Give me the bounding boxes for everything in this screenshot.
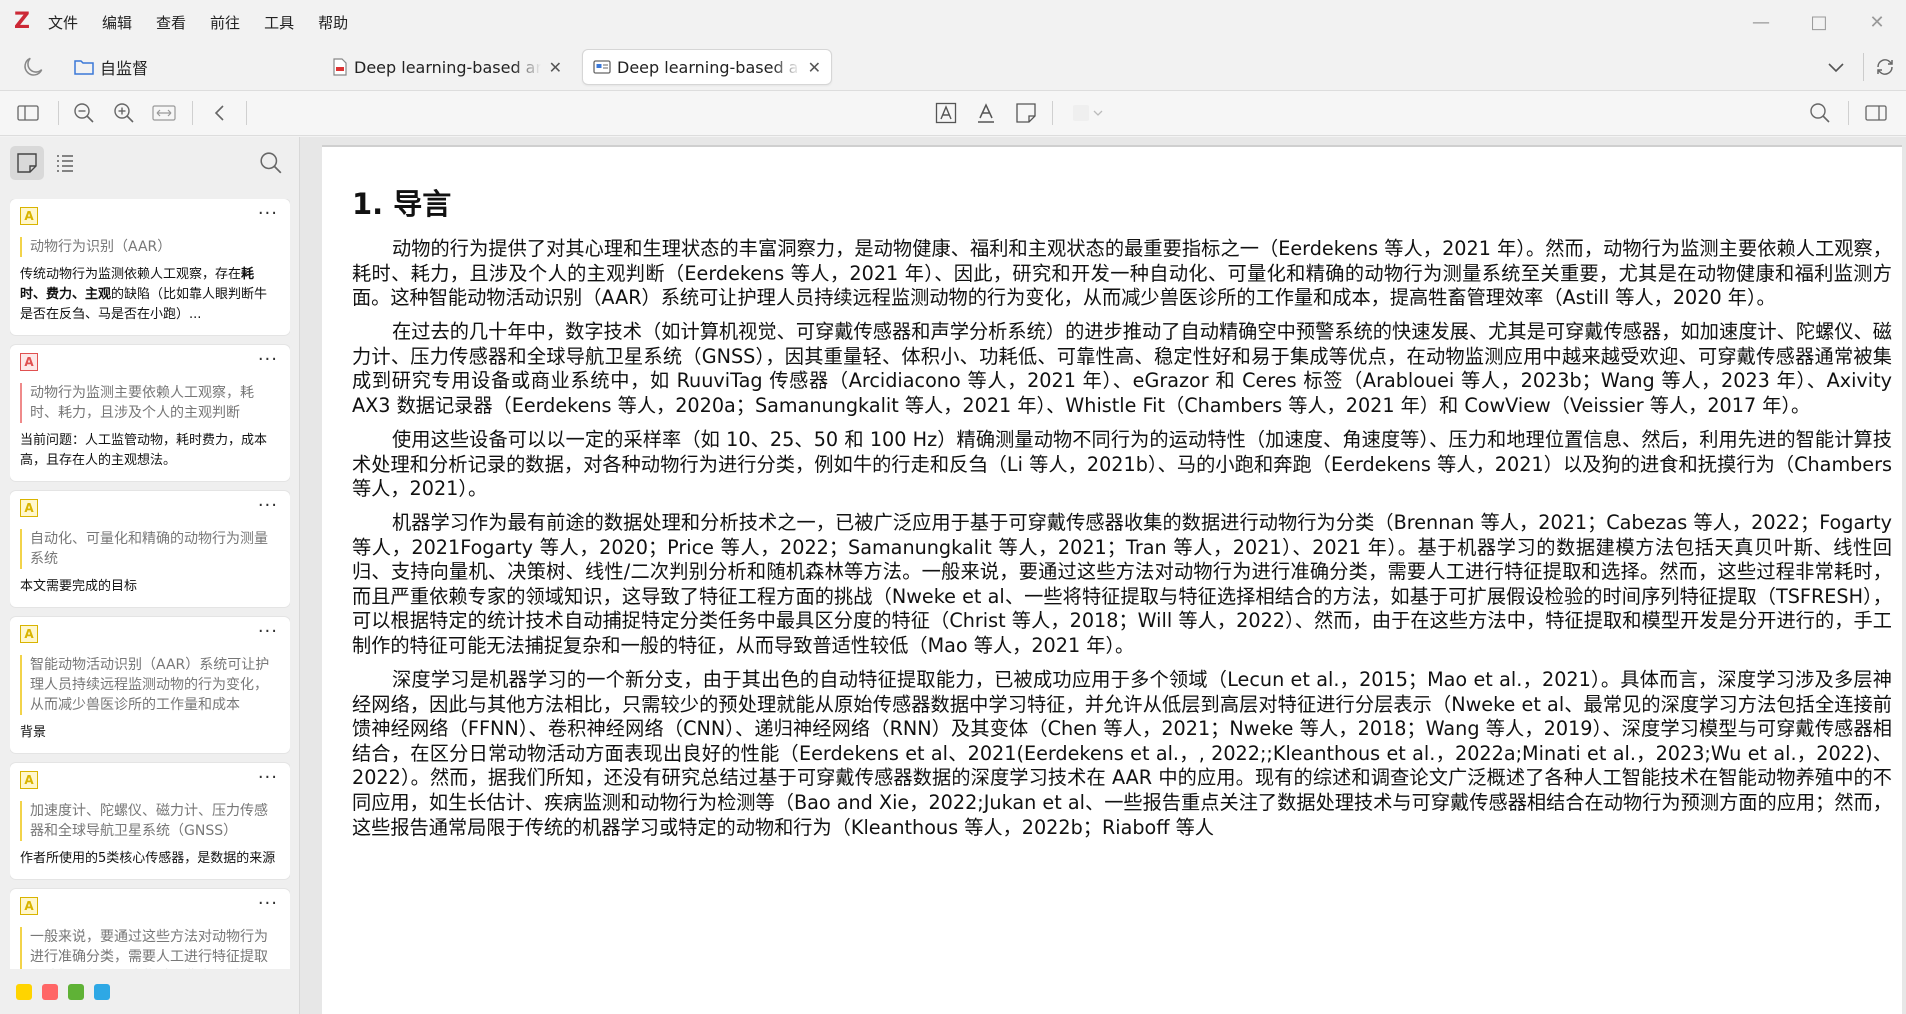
- close-tab-icon[interactable]: ✕: [549, 58, 562, 77]
- highlight-icon: A: [20, 207, 38, 225]
- tab-document-reader-label: Deep learning-based animal: [617, 57, 800, 77]
- menu-view[interactable]: 查看: [156, 12, 186, 33]
- annotation-card[interactable]: A ··· 一般来说，要通过这些方法对动物行为进行准确分类，需要人工进行特征提取和…: [10, 889, 290, 969]
- annotation-comment[interactable]: 作者所使用的5类核心传感器，是数据的来源: [20, 849, 280, 869]
- annotation-quote: 动物行为识别（AAR）: [20, 237, 280, 257]
- zoom-in-icon[interactable]: [110, 99, 138, 127]
- tab-document-reader[interactable]: Deep learning-based animal ✕: [582, 49, 832, 85]
- divider: [1848, 101, 1849, 125]
- divider: [192, 101, 193, 125]
- tab-library[interactable]: 自监督: [66, 49, 156, 85]
- highlight-icon: A: [20, 499, 38, 517]
- annotation-quote: 智能动物活动识别（AAR）系统可让护理人员持续远程监测动物的行为变化，从而减少兽…: [20, 655, 280, 715]
- more-options-icon[interactable]: ···: [258, 205, 278, 223]
- menu-bar: Z 文件 编辑 查看 前往 工具 帮助 — □ ✕: [0, 0, 1906, 44]
- highlight-icon: A: [20, 625, 38, 643]
- annotation-comment[interactable]: 背景: [20, 723, 280, 743]
- minimize-icon[interactable]: —: [1732, 0, 1790, 44]
- moon-icon[interactable]: [20, 54, 46, 80]
- divider: [58, 101, 59, 125]
- close-icon[interactable]: ✕: [1848, 0, 1906, 44]
- annotation-comment[interactable]: 本文需要完成的目标: [20, 577, 280, 597]
- section-heading: 1. 导言: [352, 187, 452, 221]
- annotations-sidebar: A ··· 动物行为识别（AAR） 传统动物行为监测依赖人工观察，存在耗时、费力、…: [0, 137, 300, 1014]
- pdf-icon: [333, 58, 347, 76]
- chevron-down-icon[interactable]: [1825, 56, 1847, 78]
- menu-edit[interactable]: 编辑: [102, 12, 132, 33]
- annotation-quote: 一般来说，要通过这些方法对动物行为进行准确分类，需要人工进行特征提取和选择。然而…: [20, 927, 280, 969]
- annotation-list: A ··· 动物行为识别（AAR） 传统动物行为监测依赖人工观察，存在耗时、费力、…: [10, 199, 290, 969]
- annotation-card[interactable]: A ··· 加速度计、陀螺仪、磁力计、压力传感器和全球导航卫星系统（GNSS） 作…: [10, 763, 290, 879]
- document-page[interactable]: 1. 导言 动物的行为提供了对其心理和生理状态的丰富洞察力，是动物健康、福利和主…: [322, 145, 1902, 1014]
- annotation-card[interactable]: A ··· 动物行为识别（AAR） 传统动物行为监测依赖人工观察，存在耗时、费力、…: [10, 199, 290, 335]
- reader-toolbar: [0, 90, 1906, 136]
- outline-view-icon[interactable]: [48, 146, 82, 180]
- toggle-sidebar-icon[interactable]: [14, 99, 42, 127]
- highlight-icon: A: [20, 897, 38, 915]
- color-red-swatch[interactable]: [42, 984, 58, 1000]
- annotation-quote: 加速度计、陀螺仪、磁力计、压力传感器和全球导航卫星系统（GNSS）: [20, 801, 280, 841]
- highlight-color-palette: [16, 984, 120, 1000]
- paragraph: 深度学习是机器学习的一个新分支，由于其出色的自动特征提取能力，已被成功应用于多个…: [352, 668, 1892, 839]
- document-body: 动物的行为提供了对其心理和生理状态的丰富洞察力，是动物健康、福利和主观状态的最重…: [352, 237, 1892, 850]
- annotation-comment[interactable]: 当前问题：人工监管动物，耗时费力，成本高，且存在人的主观想法。: [20, 431, 280, 471]
- annotation-comment[interactable]: 传统动物行为监测依赖人工观察，存在耗时、费力、主观的缺陷（比如靠人眼判断牛是否在…: [20, 265, 280, 325]
- folder-icon: [74, 60, 94, 75]
- divider: [1863, 53, 1864, 81]
- annotation-quote: 自动化、可量化和精确的动物行为测量系统: [20, 529, 280, 569]
- menu-file[interactable]: 文件: [48, 12, 78, 33]
- menu-go[interactable]: 前往: [210, 12, 240, 33]
- main-area: A ··· 动物行为识别（AAR） 传统动物行为监测依赖人工观察，存在耗时、费力、…: [0, 137, 1906, 1014]
- divider: [1052, 101, 1053, 125]
- zoom-out-icon[interactable]: [70, 99, 98, 127]
- annotation-card[interactable]: A ··· 自动化、可量化和精确的动物行为测量系统 本文需要完成的目标: [10, 491, 290, 607]
- sync-icon[interactable]: [1874, 56, 1896, 78]
- fit-width-icon[interactable]: [150, 99, 178, 127]
- color-yellow-swatch[interactable]: [16, 984, 32, 1000]
- paragraph: 使用这些设备可以以一定的采样率（如 10、25、50 和 100 Hz）精确测量…: [352, 427, 1892, 501]
- highlight-icon: A: [20, 353, 38, 371]
- sidebar-search-icon[interactable]: [259, 151, 283, 179]
- chevron-down-icon: [1093, 110, 1103, 116]
- reader-icon: [593, 60, 611, 74]
- maximize-icon[interactable]: □: [1790, 0, 1848, 44]
- tab-bar: 自监督 Deep learning-based animal ✕ Deep le…: [0, 44, 1906, 90]
- annotation-card[interactable]: A ··· 动物行为监测主要依赖人工观察，耗时、耗力，且涉及个人的主观判断 当前问…: [10, 345, 290, 481]
- annotation-card[interactable]: A ··· 智能动物活动识别（AAR）系统可让护理人员持续远程监测动物的行为变化，…: [10, 617, 290, 753]
- annotation-quote: 动物行为监测主要依赖人工观察，耗时、耗力，且涉及个人的主观判断: [20, 383, 280, 423]
- back-icon[interactable]: [206, 99, 234, 127]
- close-tab-icon[interactable]: ✕: [808, 58, 821, 77]
- more-options-icon[interactable]: ···: [258, 351, 278, 369]
- document-view[interactable]: 1. 导言 动物的行为提供了对其心理和生理状态的丰富洞察力，是动物健康、福利和主…: [300, 137, 1906, 1014]
- paragraph: 动物的行为提供了对其心理和生理状态的丰富洞察力，是动物健康、福利和主观状态的最重…: [352, 237, 1892, 310]
- tab-document-pdf[interactable]: Deep learning-based animal ✕: [322, 49, 572, 85]
- menu-help[interactable]: 帮助: [318, 12, 348, 33]
- search-icon[interactable]: [1806, 99, 1834, 127]
- more-options-icon[interactable]: ···: [258, 623, 278, 641]
- zotero-logo-icon: Z: [14, 9, 30, 34]
- toggle-context-pane-icon[interactable]: [1862, 99, 1890, 127]
- divider: [246, 101, 247, 125]
- highlight-text-icon[interactable]: [932, 99, 960, 127]
- more-options-icon[interactable]: ···: [258, 769, 278, 787]
- more-options-icon[interactable]: ···: [258, 497, 278, 515]
- color-blue-swatch[interactable]: [94, 984, 110, 1000]
- paragraph: 机器学习作为最有前途的数据处理和分析技术之一，已被广泛应用于基于可穿戴传感器收集…: [352, 511, 1892, 658]
- tabbar-right: [1825, 44, 1906, 90]
- highlight-icon: A: [20, 771, 38, 789]
- more-options-icon[interactable]: ···: [258, 895, 278, 913]
- color-green-swatch[interactable]: [68, 984, 84, 1000]
- window-controls: — □ ✕: [1732, 0, 1906, 44]
- library-tab-label: 自监督: [100, 59, 149, 78]
- paragraph: 在过去的几十年中，数字技术（如计算机视觉、可穿戴传感器和声学分析系统）的进步推动…: [352, 320, 1892, 417]
- sidebar-header: [0, 137, 299, 189]
- add-note-icon[interactable]: [1012, 99, 1040, 127]
- annotations-view-icon[interactable]: [10, 146, 44, 180]
- page-top-rule: [322, 145, 1902, 147]
- menu-tools[interactable]: 工具: [264, 12, 294, 33]
- color-swatch-icon: [1073, 105, 1089, 121]
- tab-document-pdf-label: Deep learning-based animal: [354, 57, 541, 77]
- color-picker-button[interactable]: [1068, 99, 1108, 127]
- underline-text-icon[interactable]: [972, 99, 1000, 127]
